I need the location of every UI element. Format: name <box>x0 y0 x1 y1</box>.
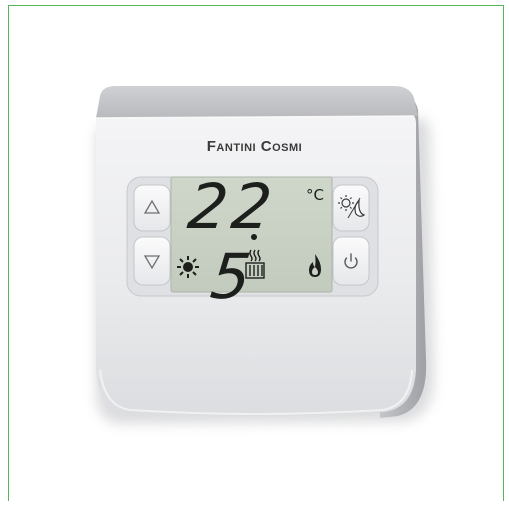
power-button[interactable] <box>332 236 370 286</box>
temperature-down-button[interactable] <box>133 236 171 286</box>
brand-logo: Fantini Cosmi <box>206 138 303 155</box>
flame-icon <box>309 254 321 277</box>
radiator-icon <box>245 249 265 279</box>
mode-button[interactable] <box>332 184 370 232</box>
decimal-point <box>251 234 257 240</box>
temperature-up-button[interactable] <box>133 184 171 232</box>
sun-icon <box>177 256 199 278</box>
temperature-unit: °C <box>306 186 324 204</box>
temperature-readout: 22 5 <box>184 170 296 313</box>
